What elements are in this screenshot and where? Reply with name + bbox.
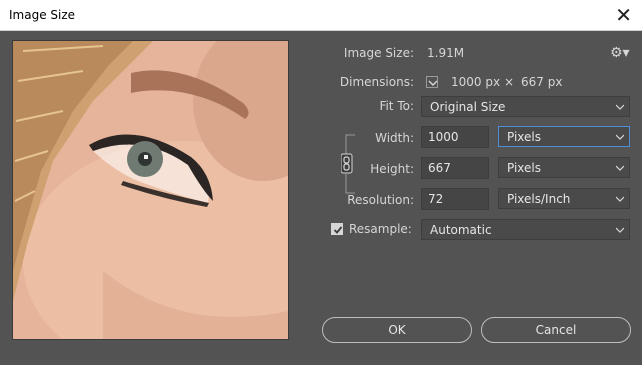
width-unit-value: Pixels (507, 130, 542, 144)
fit-to-value: Original Size (430, 100, 506, 114)
close-icon[interactable]: ✕ (615, 3, 632, 27)
chevron-down-icon (616, 165, 624, 171)
width-label: Width: (375, 131, 414, 145)
dimensions-width: 1000 px (451, 75, 501, 89)
resolution-label: Resolution: (347, 193, 414, 207)
height-input[interactable]: 667 (421, 157, 489, 179)
resample-label[interactable]: Resample: (349, 222, 412, 236)
resolution-unit-value: Pixels/Inch (507, 192, 571, 206)
dimensions-height: 667 px (521, 75, 563, 89)
height-unit-value: Pixels (507, 161, 542, 175)
ok-button[interactable]: OK (322, 317, 472, 343)
chevron-down-icon (616, 134, 624, 140)
title-bar: Image Size ✕ (0, 0, 642, 31)
height-unit-dropdown[interactable]: Pixels (498, 157, 630, 178)
chevron-down-icon (616, 227, 624, 233)
image-size-label: Image Size: (343, 46, 414, 60)
image-preview[interactable] (12, 40, 289, 340)
height-label: Height: (370, 162, 414, 176)
dimensions-units-toggle[interactable] (426, 76, 438, 88)
image-size-value: 1.91M (427, 46, 465, 60)
gear-icon[interactable]: ⚙▾ (610, 45, 630, 61)
fit-to-label: Fit To: (379, 99, 414, 113)
face-preview-image (13, 41, 288, 339)
resolution-unit-dropdown[interactable]: Pixels/Inch (498, 188, 630, 209)
image-size-dialog: Image Size: 1.91M ⚙▾ Dimensions: 1000 px… (0, 31, 642, 365)
window-title: Image Size (9, 8, 76, 22)
width-unit-dropdown[interactable]: Pixels (498, 126, 630, 147)
fit-to-dropdown[interactable]: Original Size (421, 96, 630, 117)
chevron-down-icon (616, 196, 624, 202)
width-input[interactable]: 1000 (421, 126, 489, 148)
resample-method-value: Automatic (430, 223, 492, 237)
cancel-button[interactable]: Cancel (481, 317, 631, 343)
dimensions-times: × (504, 75, 515, 89)
chevron-down-icon (616, 104, 624, 110)
checkmark-icon (333, 226, 343, 234)
resolution-input[interactable]: 72 (421, 188, 489, 210)
dimensions-label: Dimensions: (339, 75, 414, 89)
resample-checkbox[interactable] (331, 223, 343, 235)
resample-method-dropdown[interactable]: Automatic (421, 219, 630, 240)
chevron-down-icon (428, 80, 438, 86)
